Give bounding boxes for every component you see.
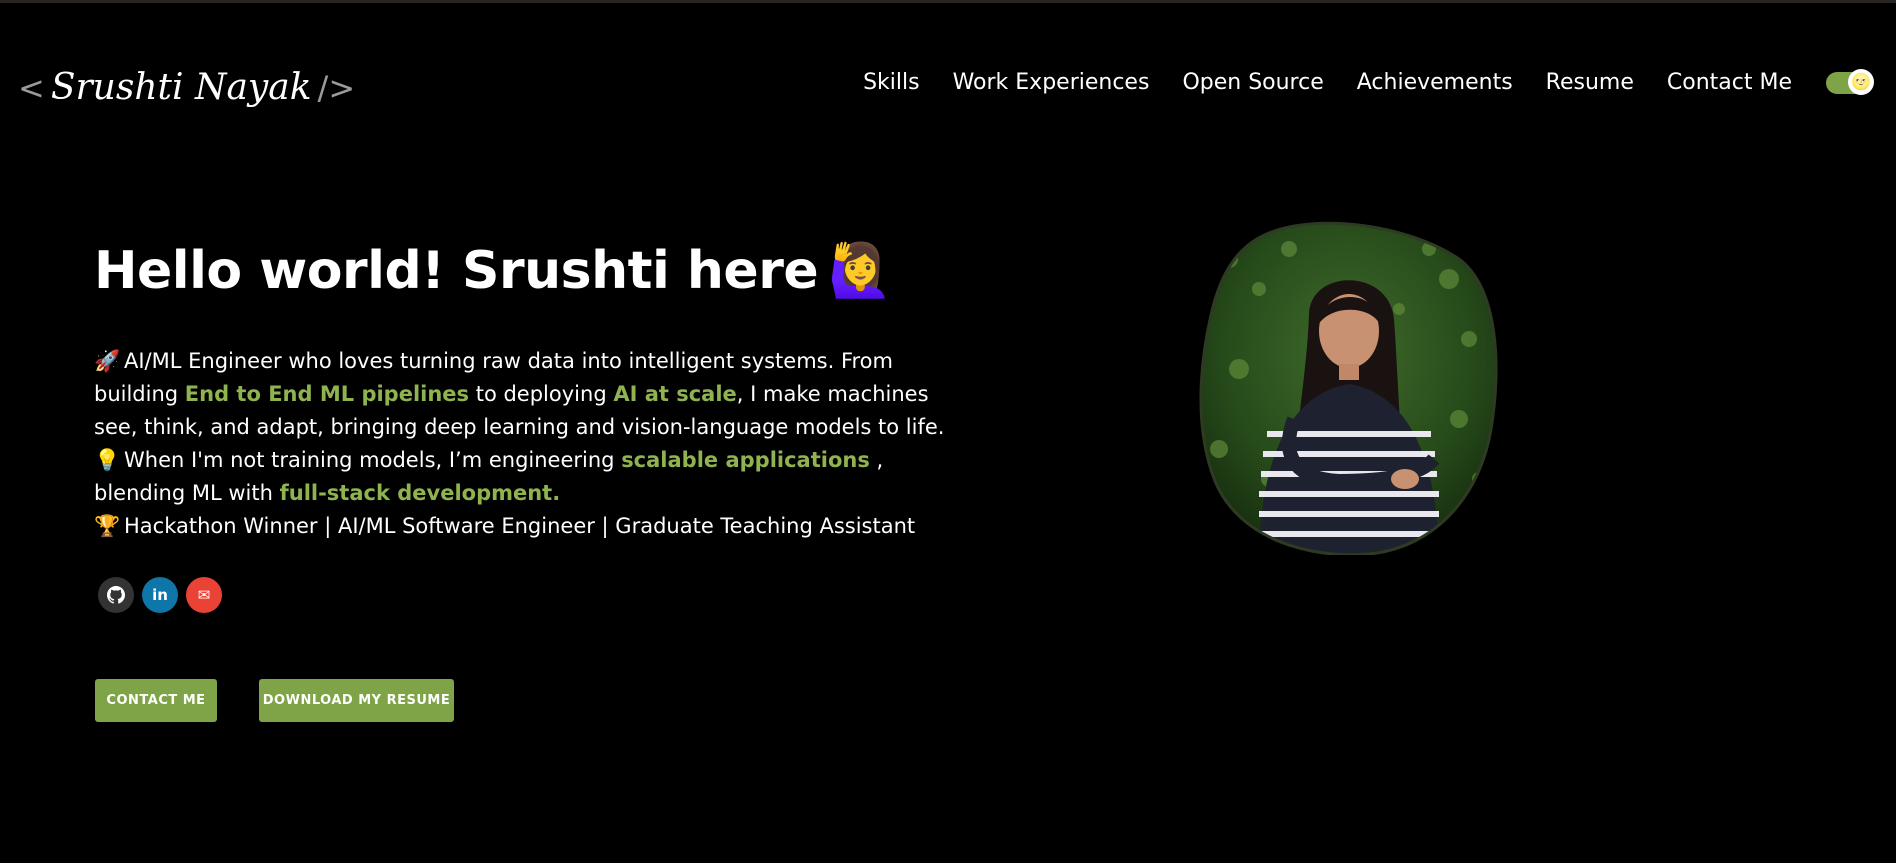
bio-text: When I'm not training models, I’m engine… bbox=[124, 448, 622, 472]
lightbulb-icon: 💡 bbox=[94, 448, 121, 472]
nav-achievements[interactable]: Achievements bbox=[1357, 68, 1513, 98]
email-icon[interactable]: ✉ bbox=[186, 577, 222, 613]
trophy-icon: 🏆 bbox=[94, 514, 121, 538]
social-links: in ✉ bbox=[98, 577, 222, 613]
top-border bbox=[0, 0, 1896, 3]
bio-highlight: full-stack development. bbox=[279, 481, 561, 505]
contact-me-button[interactable]: Contact Me bbox=[95, 679, 217, 722]
nav-contact-me[interactable]: Contact Me bbox=[1667, 68, 1792, 98]
nav-skills[interactable]: Skills bbox=[863, 68, 920, 98]
hero-title-text: Hello world! Srushti here bbox=[94, 241, 819, 301]
linkedin-icon[interactable]: in bbox=[142, 577, 178, 613]
raising-hand-icon: 🙋‍♀️ bbox=[828, 241, 893, 301]
nav-resume[interactable]: Resume bbox=[1546, 68, 1634, 98]
hero-bio: 🚀 AI/ML Engineer who loves turning raw da… bbox=[94, 345, 954, 543]
nav-open-source[interactable]: Open Source bbox=[1182, 68, 1323, 98]
logo-open-bracket: < bbox=[18, 69, 45, 107]
moon-icon: 🌝 bbox=[1848, 69, 1874, 95]
site-logo[interactable]: < Srushti Nayak/> bbox=[18, 64, 355, 112]
download-resume-button[interactable]: Download My Resume bbox=[259, 679, 454, 722]
github-icon[interactable] bbox=[98, 577, 134, 613]
rocket-icon: 🚀 bbox=[94, 349, 121, 373]
bio-highlight: AI at scale bbox=[613, 382, 737, 406]
hero-title: Hello world! Srushti here 🙋‍♀️ bbox=[94, 236, 893, 306]
bio-text: to deploying bbox=[469, 382, 614, 406]
logo-name: Srushti Nayak bbox=[50, 67, 312, 108]
bio-highlight: scalable applications bbox=[621, 448, 870, 472]
bio-highlight: End to End ML pipelines bbox=[184, 382, 470, 406]
bio-text: Hackathon Winner | AI/ML Software Engine… bbox=[124, 514, 916, 538]
theme-toggle[interactable]: 🌝 bbox=[1826, 69, 1874, 95]
email-glyph: ✉ bbox=[197, 586, 211, 604]
linkedin-glyph: in bbox=[152, 586, 168, 604]
main-nav: Skills Work Experiences Open Source Achi… bbox=[863, 68, 1792, 98]
logo-close-bracket: /> bbox=[317, 69, 356, 107]
profile-photo bbox=[1199, 221, 1498, 555]
nav-work-experiences[interactable]: Work Experiences bbox=[953, 68, 1150, 98]
